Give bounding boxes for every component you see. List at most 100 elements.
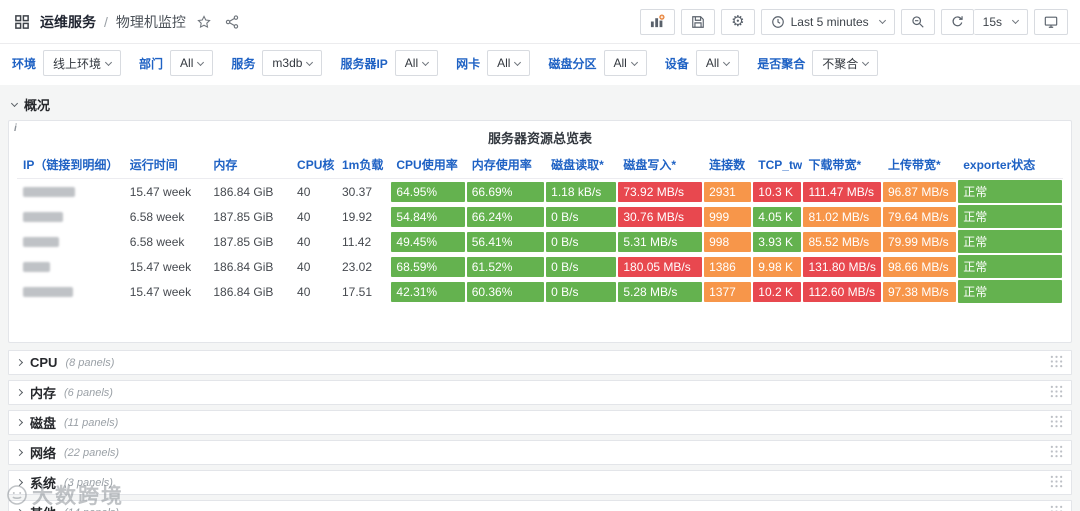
metric-value-cell: 68.59% bbox=[390, 254, 465, 279]
share-icon[interactable] bbox=[222, 12, 242, 32]
filter-5: 磁盘分区 All bbox=[548, 50, 647, 76]
ip-link-cell-redacted[interactable] bbox=[17, 204, 124, 229]
filter-label: 网卡 bbox=[456, 56, 481, 71]
metric-value-cell: 66.69% bbox=[466, 179, 545, 205]
text-cell: 187.85 GiB bbox=[213, 234, 274, 249]
column-header-1[interactable]: 运行时间 bbox=[123, 153, 208, 179]
column-header-7[interactable]: 磁盘读取* bbox=[545, 153, 618, 179]
text-cell: 40 bbox=[297, 259, 311, 274]
drag-handle-icon[interactable] bbox=[1050, 415, 1063, 431]
column-header-11[interactable]: 下载带宽* bbox=[802, 153, 882, 179]
chevron-down-icon bbox=[10, 99, 19, 108]
section-row-0[interactable]: CPU (8 panels) bbox=[8, 350, 1072, 375]
text-cell: 15.47 week bbox=[129, 184, 192, 199]
column-header-9[interactable]: 连接数 bbox=[703, 153, 753, 179]
text-cell: 19.92 bbox=[342, 209, 373, 224]
filter-1: 部门 All bbox=[139, 50, 214, 76]
chevron-down-icon bbox=[630, 58, 638, 66]
metric-value-cell: 1.18 kB/s bbox=[545, 179, 617, 205]
filter-label: 服务器IP bbox=[340, 56, 388, 71]
ip-link-cell-redacted[interactable] bbox=[17, 279, 124, 304]
column-header-6[interactable]: 内存使用率 bbox=[465, 153, 546, 179]
dashboard-settings-button[interactable]: ⚙ bbox=[721, 8, 755, 35]
column-header-8[interactable]: 磁盘写入* bbox=[617, 153, 704, 179]
ip-link-cell-redacted[interactable] bbox=[17, 179, 124, 205]
filter-3: 服务器IP All bbox=[340, 50, 439, 76]
section-panel-count: (22 panels) bbox=[64, 446, 120, 459]
filter-value-dropdown[interactable]: m3db bbox=[262, 50, 323, 76]
column-header-10[interactable]: TCP_tw bbox=[752, 153, 803, 179]
section-row-overview[interactable]: 概况 bbox=[0, 89, 1080, 118]
ip-link-cell-redacted[interactable] bbox=[17, 229, 124, 254]
chevron-right-icon bbox=[15, 358, 24, 367]
metric-value-cell: 49.45% bbox=[390, 229, 465, 254]
refresh-interval-label: 15s bbox=[982, 14, 1002, 29]
section-row-5[interactable]: 其他 (14 panels) bbox=[8, 500, 1072, 511]
table-row: 6.58 week 187.85 GiB 40 11.42 49.45% 56.41% 0 … bbox=[17, 229, 1063, 254]
section-row-2[interactable]: 磁盘 (11 panels) bbox=[8, 410, 1072, 435]
metric-value-cell: 64.95% bbox=[390, 179, 465, 205]
ip-link-cell-redacted[interactable] bbox=[17, 254, 124, 279]
table-row: 15.47 week 186.84 GiB 40 30.37 64.95% 66.69% 1… bbox=[17, 179, 1063, 205]
refresh-button[interactable] bbox=[940, 8, 974, 35]
metric-value-cell: 9.98 K bbox=[752, 254, 802, 279]
drag-handle-icon[interactable] bbox=[1050, 505, 1063, 511]
filter-value-dropdown[interactable]: All bbox=[487, 50, 531, 76]
drag-handle-icon[interactable] bbox=[1050, 475, 1063, 491]
metric-value-cell: 79.99 MB/s bbox=[882, 229, 957, 254]
filter-value-dropdown[interactable]: 线上环境 bbox=[43, 50, 122, 76]
filter-label: 设备 bbox=[664, 56, 689, 71]
column-header-5[interactable]: CPU使用率 bbox=[390, 153, 466, 179]
drag-handle-icon[interactable] bbox=[1050, 385, 1063, 401]
drag-handle-icon[interactable] bbox=[1050, 355, 1063, 371]
breadcrumb-page-title[interactable]: 物理机监控 bbox=[116, 12, 186, 32]
filter-value-dropdown[interactable]: All bbox=[170, 50, 214, 76]
column-header-13[interactable]: exporter状态 bbox=[957, 153, 1063, 179]
metric-value-cell: 1377 bbox=[703, 279, 752, 304]
chevron-right-icon bbox=[15, 388, 24, 397]
metric-value-cell: 998 bbox=[703, 229, 752, 254]
filter-value-dropdown[interactable]: 不聚合 bbox=[812, 50, 879, 76]
column-header-4[interactable]: 1m负载 bbox=[336, 153, 391, 179]
filter-value-dropdown[interactable]: All bbox=[603, 50, 647, 76]
time-range-picker[interactable]: Last 5 minutes bbox=[760, 8, 895, 35]
refresh-interval-dropdown[interactable]: 15s bbox=[973, 8, 1028, 35]
section-row-1[interactable]: 内存 (6 panels) bbox=[8, 380, 1072, 405]
text-cell: 186.84 GiB bbox=[213, 259, 274, 274]
filter-value-dropdown[interactable]: All bbox=[394, 50, 439, 76]
chevron-down-icon bbox=[306, 58, 314, 66]
metric-value-cell: 112.60 MB/s bbox=[802, 279, 881, 304]
save-dashboard-button[interactable] bbox=[681, 8, 716, 35]
add-panel-button[interactable] bbox=[640, 8, 676, 35]
star-icon[interactable] bbox=[194, 12, 214, 32]
filter-0: 环境 线上环境 bbox=[12, 50, 122, 76]
metric-value-cell: 正常 bbox=[957, 179, 1063, 205]
zoom-out-button[interactable] bbox=[900, 8, 935, 35]
section-panel-count: (8 panels) bbox=[65, 356, 115, 369]
text-cell: 15.47 week bbox=[129, 284, 192, 299]
collapsed-section-list: CPU (8 panels) 内存 (6 panels) 磁盘 (11 panels) 网络… bbox=[0, 350, 1080, 511]
section-row-4[interactable]: 系统 (3 panels) bbox=[8, 470, 1072, 495]
metric-value-cell: 81.02 MB/s bbox=[802, 204, 881, 229]
text-cell: 40 bbox=[297, 184, 311, 199]
filter-value-dropdown[interactable]: All bbox=[695, 50, 740, 76]
drag-handle-icon[interactable] bbox=[1050, 445, 1063, 461]
breadcrumb-section[interactable]: 运维服务 bbox=[40, 12, 96, 32]
metric-value-cell: 180.05 MB/s bbox=[617, 254, 703, 279]
filter-6: 设备 All bbox=[664, 50, 740, 76]
chevron-down-icon bbox=[878, 16, 886, 25]
column-header-0[interactable]: IP（链接到明细） bbox=[17, 153, 124, 179]
text-cell: 11.42 bbox=[342, 234, 372, 249]
section-row-3[interactable]: 网络 (22 panels) bbox=[8, 440, 1072, 465]
panel-info-icon[interactable]: i bbox=[14, 123, 17, 134]
table-header-row: IP（链接到明细） 运行时间 内存 CPU核 1m负载 CPU使用率 内存使用率 磁盘读取* 磁… bbox=[17, 153, 1063, 179]
filter-label: 环境 bbox=[12, 56, 37, 71]
metric-value-cell: 正常 bbox=[957, 204, 1063, 229]
column-header-2[interactable]: 内存 bbox=[207, 153, 292, 179]
column-header-3[interactable]: CPU核 bbox=[291, 153, 336, 179]
tv-mode-button[interactable] bbox=[1034, 8, 1068, 35]
time-range-label: Last 5 minutes bbox=[790, 14, 869, 29]
column-header-12[interactable]: 上传带宽* bbox=[881, 153, 958, 179]
panel-title[interactable]: 服务器资源总览表 bbox=[17, 126, 1063, 153]
metric-value-cell: 30.76 MB/s bbox=[617, 204, 703, 229]
